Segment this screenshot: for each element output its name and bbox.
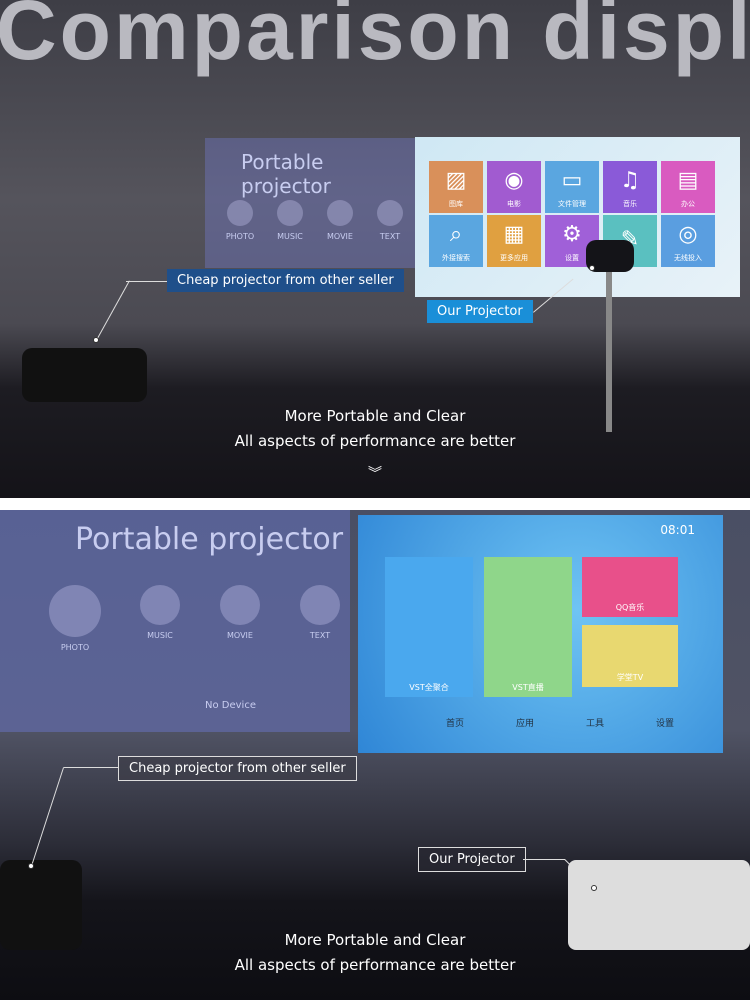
app-tile: VST全聚合	[385, 557, 473, 697]
cheap-screen-title: Portable projector	[75, 522, 344, 557]
our-projector-marker	[591, 885, 597, 891]
nav-tab[interactable]: 工具	[586, 716, 604, 729]
app-tile: 学堂TV	[582, 625, 678, 687]
our-projector-callout: Our Projector	[418, 847, 526, 872]
nav-tab[interactable]: 设置	[656, 716, 674, 729]
music-item: MUSIC	[120, 585, 200, 652]
photo-icon: ▨	[445, 167, 467, 193]
music-note-icon: ♫	[620, 167, 640, 193]
heading: Comparison display	[0, 0, 750, 77]
music-item: MUSIC	[265, 200, 315, 241]
folder-icon: ▭	[561, 167, 583, 193]
cheap-projector-callout: Cheap projector from other seller	[167, 269, 404, 292]
nav-tab[interactable]: 首页	[446, 716, 464, 729]
cheap-screen-title: Portable projector	[241, 150, 331, 198]
our-projector-screen: 08:01 VST全聚合 VST直播 QQ音乐学堂TV 首页 应用 工具 设置	[358, 515, 723, 753]
film-reel-icon: ◉	[504, 167, 524, 193]
clock: 08:01	[660, 523, 695, 537]
nav-tab[interactable]: 应用	[516, 716, 534, 729]
app-tile: VST直播	[484, 557, 572, 697]
text-item: TEXT	[365, 200, 415, 241]
grid-icon: ▦	[503, 221, 525, 247]
text-item: TEXT	[280, 585, 360, 652]
cheap-projector-screen: Portable projector PHOTO MUSIC MOVIE TEX…	[0, 510, 350, 732]
app-tile: ▦ 更多应用	[487, 215, 541, 267]
cheap-projector-marker	[93, 337, 99, 343]
app-tile: ◉ 电影	[487, 161, 541, 213]
app-tile: ▭ 文件管理	[545, 161, 599, 213]
document-icon: ▤	[677, 167, 699, 193]
wireless-icon: ◎	[678, 221, 698, 247]
cheap-projector-device	[22, 348, 147, 402]
app-tile: ▨ 图库	[429, 161, 483, 213]
app-tile: QQ音乐	[582, 557, 678, 617]
photo-item: PHOTO	[30, 585, 120, 652]
caption: More Portable and Clear All aspects of pe…	[234, 407, 516, 450]
gear-icon: ⚙	[562, 221, 582, 247]
caption: More Portable and Clear All aspects of pe…	[234, 931, 516, 974]
cheap-projector-marker	[28, 863, 34, 869]
app-tile: ◎ 无线投入	[661, 215, 715, 267]
chevron-down-icon: ︾	[368, 466, 382, 482]
movie-item: MOVIE	[200, 585, 280, 652]
our-projector-screen: ▨ 图库 ◉ 电影 ▭ 文件管理 ♫ 音乐 ▤ 办公 ⌕ 外接搜索 ▦ 更多应用 ⚙ 设置 ✎ ◎ 无线投入	[415, 137, 740, 297]
search-icon: ⌕	[449, 221, 463, 247]
our-projector-callout: Our Projector	[427, 300, 533, 323]
cheap-projector-screen: Portable projector PHOTO MUSIC MOVIE TEX…	[205, 138, 415, 268]
no-device-text: No Device	[205, 700, 256, 711]
bottom-comparison-panel: Portable projector PHOTO MUSIC MOVIE TEX…	[0, 510, 750, 1000]
app-tile: ♫ 音乐	[603, 161, 657, 213]
cheap-projector-callout: Cheap projector from other seller	[118, 756, 357, 781]
top-comparison-panel: Comparison display Portable projector PH…	[0, 0, 750, 498]
app-tile: ▤ 办公	[661, 161, 715, 213]
our-projector-marker	[589, 265, 595, 271]
app-tile: ⌕ 外接搜索	[429, 215, 483, 267]
photo-item: PHOTO	[215, 200, 265, 241]
movie-item: MOVIE	[315, 200, 365, 241]
